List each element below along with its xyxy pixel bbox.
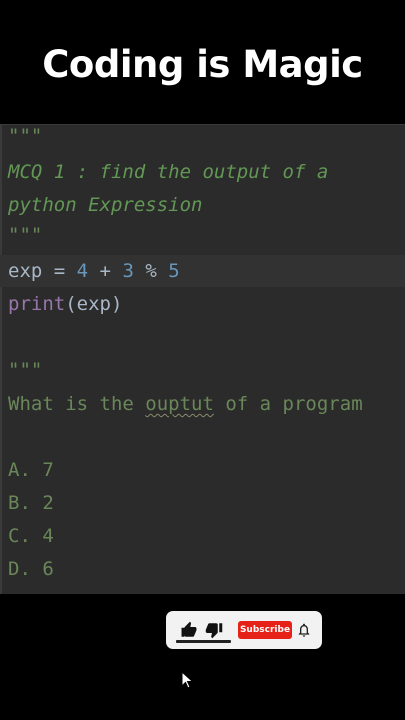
option-a: A. 7 — [8, 459, 54, 481]
question-text-end: of a program — [213, 393, 363, 415]
editor-gutter-edge — [0, 124, 2, 594]
docstring-close-1: """ — [8, 224, 43, 246]
paren-open: ( — [65, 293, 77, 315]
docstring-open-2: """ — [8, 359, 43, 381]
number-literal: 5 — [168, 260, 180, 282]
subscribe-button[interactable]: Subscribe — [238, 621, 292, 639]
docstring-open-1: """ — [8, 125, 43, 147]
paren-close: ) — [110, 293, 123, 315]
mcq-heading-line-2: python Expression — [8, 194, 203, 216]
question-text: What is the — [8, 393, 146, 415]
option-b: B. 2 — [8, 492, 54, 514]
like-underline — [176, 640, 231, 643]
engagement-bar: Subscribe — [166, 611, 322, 649]
thumbs-up-icon[interactable] — [178, 619, 200, 641]
var-name: exp — [8, 260, 43, 282]
number-literal: 3 — [122, 260, 134, 282]
expression-line: exp = 4 + 3 % 5 — [8, 255, 180, 287]
print-function: print — [8, 293, 66, 315]
video-title: Coding is Magic — [42, 42, 363, 86]
mod-op: % — [133, 260, 169, 282]
print-arg: exp — [76, 293, 111, 315]
option-d: D. 6 — [8, 558, 54, 580]
spelling-error-word: ouptut — [145, 393, 214, 415]
plus-op: + — [88, 260, 123, 282]
assign-op: = — [42, 260, 77, 282]
option-c: C. 4 — [8, 525, 54, 547]
print-line: print(exp) — [8, 288, 122, 320]
code-editor[interactable]: """ MCQ 1 : find the output of a python … — [0, 124, 405, 594]
pointer-cursor-icon — [181, 670, 195, 691]
bell-icon[interactable] — [293, 619, 315, 641]
number-literal: 4 — [76, 260, 89, 282]
editor-top-border — [0, 124, 405, 125]
mcq-heading-line: MCQ 1 : find the output of a — [8, 161, 329, 183]
question-line: What is the ouptut of a program — [8, 388, 363, 420]
thumbs-down-icon[interactable] — [203, 619, 225, 641]
